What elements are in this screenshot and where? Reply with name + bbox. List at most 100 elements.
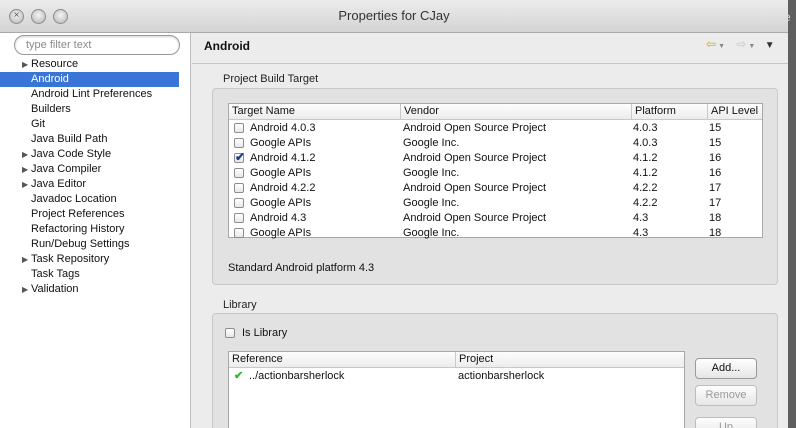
sidebar-item-android[interactable]: Android — [0, 72, 179, 87]
column-target-name[interactable]: Target Name — [229, 104, 401, 119]
cell-api: 17 — [709, 182, 722, 194]
header-separator — [192, 63, 788, 64]
expand-arrow-icon[interactable]: ▶ — [22, 252, 28, 267]
cell-name: Android 4.3 — [250, 212, 307, 224]
build-target-table-header: Target Name Vendor Platform API Level — [229, 104, 762, 120]
sidebar-item-label: Task Repository — [31, 253, 110, 265]
sidebar-item-label: Java Compiler — [31, 163, 102, 175]
build-target-row[interactable]: Google APIs Google Inc. 4.1.2 16 — [229, 166, 762, 181]
sidebar-item-task-repository[interactable]: ▶ Task Repository — [0, 252, 190, 267]
cell-platform: 4.2.2 — [633, 182, 658, 194]
filter-input[interactable] — [24, 38, 178, 52]
target-checkbox[interactable] — [234, 138, 244, 148]
sidebar-item-label: Refactoring History — [31, 223, 125, 235]
cell-api: 15 — [709, 122, 722, 134]
forward-history-dropdown-icon[interactable]: ▼ — [748, 43, 755, 50]
target-checkbox[interactable] — [234, 213, 244, 223]
cell-name: Android 4.0.3 — [250, 122, 316, 134]
back-arrow-icon[interactable]: ⇦ — [706, 37, 716, 51]
remove-library-button[interactable]: Remove — [695, 385, 757, 406]
cell-vendor: Google Inc. — [403, 227, 460, 239]
back-history-dropdown-icon[interactable]: ▼ — [718, 43, 725, 50]
column-project[interactable]: Project — [456, 352, 684, 367]
add-library-button[interactable]: Add... — [695, 358, 757, 379]
cell-name: Android 4.1.2 — [250, 152, 316, 164]
sidebar-item-project-references[interactable]: Project References — [0, 207, 190, 222]
sidebar-item-label: Run/Debug Settings — [31, 238, 130, 250]
build-target-row[interactable]: Google APIs Google Inc. 4.3 18 — [229, 226, 762, 241]
title-bar: × Properties for CJay — [0, 0, 788, 33]
main-panel: Android ⇦ ▼ ⇨ ▼ ▼ Project Build Target Tar… — [192, 33, 788, 428]
preferences-tree: ▶ Resource Android Android Lint Preferences… — [0, 57, 190, 297]
cell-vendor: Google Inc. — [403, 197, 460, 209]
sidebar-item-java-compiler[interactable]: ▶ Java Compiler — [0, 162, 190, 177]
column-reference[interactable]: Reference — [229, 352, 456, 367]
cell-vendor: Android Open Source Project — [403, 122, 547, 134]
is-library-label: Is Library — [242, 327, 288, 339]
navigation-controls: ⇦ ▼ ⇨ ▼ ▼ — [706, 37, 777, 51]
sidebar-item-task-tags[interactable]: Task Tags — [0, 267, 190, 282]
sidebar-item-java-code-style[interactable]: ▶ Java Code Style — [0, 147, 190, 162]
build-target-row[interactable]: Google APIs Google Inc. 4.2.2 17 — [229, 196, 762, 211]
target-checkbox[interactable]: ✔ — [234, 150, 245, 164]
sidebar-item-validation[interactable]: ▶ Validation — [0, 282, 190, 297]
cell-name: Android 4.2.2 — [250, 182, 316, 194]
move-up-button[interactable]: Up — [695, 417, 757, 428]
cell-name: Google APIs — [250, 197, 312, 209]
column-platform[interactable]: Platform — [632, 104, 708, 119]
expand-arrow-icon[interactable]: ▶ — [22, 147, 28, 162]
library-table-header: Reference Project — [229, 352, 684, 368]
expand-arrow-icon[interactable]: ▶ — [22, 282, 28, 297]
cell-api: 17 — [709, 197, 722, 209]
target-checkbox[interactable] — [234, 168, 244, 178]
properties-window: × Properties for CJay ▶ResourceAndroidAn… — [0, 0, 788, 428]
build-target-description: Standard Android platform 4.3 — [228, 262, 375, 274]
page-title: Android — [204, 39, 250, 53]
view-menu-icon[interactable]: ▼ — [765, 40, 775, 51]
sidebar-item-resource[interactable]: ▶ Resource — [0, 57, 190, 72]
cell-name: Google APIs — [250, 137, 312, 149]
target-checkbox[interactable] — [234, 183, 244, 193]
cell-vendor: Android Open Source Project — [403, 212, 547, 224]
sidebar-item-builders[interactable]: Builders — [0, 102, 190, 117]
expand-arrow-icon[interactable]: ▶ — [22, 57, 28, 72]
is-library-checkbox[interactable]: Is Library — [225, 326, 315, 341]
sidebar-item-label: Android — [31, 73, 69, 85]
forward-arrow-icon[interactable]: ⇨ — [736, 37, 746, 51]
cell-platform: 4.0.3 — [633, 122, 658, 134]
sidebar-item-run-debug-settings[interactable]: Run/Debug Settings — [0, 237, 190, 252]
cell-vendor: Android Open Source Project — [403, 182, 547, 194]
sidebar-item-javadoc-location[interactable]: Javadoc Location — [0, 192, 190, 207]
sidebar-item-label: Android Lint Preferences — [31, 88, 153, 100]
expand-arrow-icon[interactable]: ▶ — [22, 162, 28, 177]
sidebar-item-label: Project References — [31, 208, 125, 220]
cell-api: 16 — [709, 167, 722, 179]
sidebar-item-java-build-path[interactable]: Java Build Path — [0, 132, 190, 147]
sidebar-item-label: Resource — [31, 58, 79, 70]
window-title: Properties for CJay — [338, 8, 450, 23]
target-checkbox[interactable] — [234, 198, 244, 208]
target-checkbox[interactable] — [234, 123, 244, 133]
sidebar-item-label: Task Tags — [31, 268, 80, 280]
library-reference-row[interactable]: ✔ ../actionbarsherlock actionbarsherlock — [229, 369, 684, 384]
cell-vendor: Android Open Source Project — [403, 152, 547, 164]
sidebar-item-android-lint-preferences[interactable]: Android Lint Preferences — [0, 87, 190, 102]
filter-field[interactable] — [14, 35, 180, 55]
library-group-label: Library — [223, 299, 257, 311]
build-target-row[interactable]: Android 4.0.3 Android Open Source Project… — [229, 121, 762, 136]
expand-arrow-icon[interactable]: ▶ — [22, 177, 28, 192]
is-library-checkbox-box[interactable] — [225, 328, 235, 338]
build-target-row[interactable]: ✔ Android 4.1.2 Android Open Source Projec… — [229, 150, 762, 166]
target-checkbox[interactable] — [234, 228, 244, 238]
sidebar-item-java-editor[interactable]: ▶ Java Editor — [0, 177, 190, 192]
sidebar-item-refactoring-history[interactable]: Refactoring History — [0, 222, 190, 237]
build-target-row[interactable]: Google APIs Google Inc. 4.0.3 15 — [229, 136, 762, 151]
cell-vendor: Google Inc. — [403, 167, 460, 179]
library-references-table: Reference Project ✔ ../actionbarsherlock a… — [228, 351, 685, 428]
column-api-level[interactable]: API Level — [708, 104, 762, 119]
build-target-row[interactable]: Android 4.2.2 Android Open Source Project… — [229, 181, 762, 196]
build-target-row[interactable]: Android 4.3 Android Open Source Project 4.… — [229, 211, 762, 226]
column-vendor[interactable]: Vendor — [401, 104, 632, 119]
sidebar-item-git[interactable]: Git — [0, 117, 190, 132]
sidebar-item-label: Validation — [31, 283, 79, 295]
